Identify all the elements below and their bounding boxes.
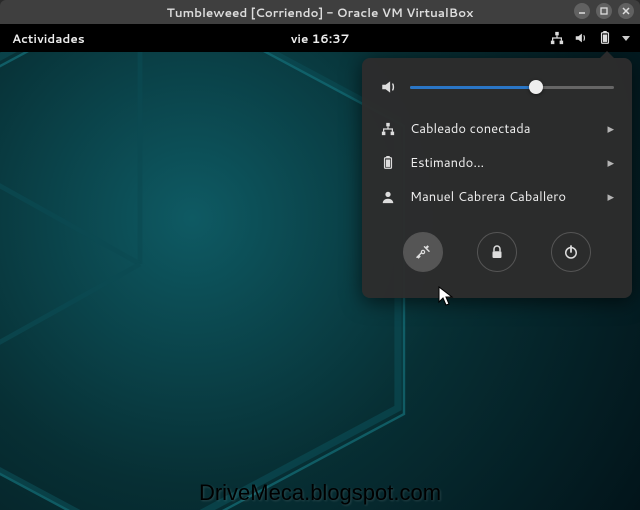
chevron-down-icon	[622, 36, 630, 41]
menu-item-label: Cableado conectada	[410, 120, 593, 138]
close-icon	[621, 6, 631, 16]
battery-icon	[598, 31, 612, 45]
system-status-menu: Cableado conectada ▸ Estimando... ▸ Manu…	[362, 58, 632, 298]
host-titlebar[interactable]: Tumbleweed [Corriendo] - Oracle VM Virtu…	[0, 0, 640, 24]
clock[interactable]: vie 16:37	[291, 30, 350, 47]
watermark-text: DriveMeca.blogspot.com	[199, 480, 441, 506]
menu-item-battery[interactable]: Estimando... ▸	[362, 146, 632, 180]
menu-item-user[interactable]: Manuel Cabrera Caballero ▸	[362, 180, 632, 214]
volume-icon	[574, 31, 588, 45]
close-button[interactable]	[618, 3, 634, 19]
volume-icon	[380, 78, 398, 96]
host-title: Tumbleweed [Corriendo] - Oracle VM Virtu…	[167, 4, 474, 21]
battery-icon	[380, 156, 396, 170]
virtualbox-window: Tumbleweed [Corriendo] - Oracle VM Virtu…	[0, 0, 640, 510]
volume-row	[362, 58, 632, 112]
network-wired-icon	[550, 31, 564, 45]
system-buttons-row	[362, 214, 632, 280]
minimize-button[interactable]	[574, 3, 590, 19]
menu-item-label: Estimando...	[410, 154, 593, 172]
maximize-icon	[599, 6, 609, 16]
maximize-button[interactable]	[596, 3, 612, 19]
gnome-top-bar[interactable]: Actividades vie 16:37	[0, 24, 640, 52]
volume-slider-fill	[410, 86, 536, 89]
settings-button[interactable]	[403, 232, 443, 272]
network-wired-icon	[380, 122, 396, 136]
volume-slider-thumb[interactable]	[529, 80, 543, 94]
chevron-right-icon: ▸	[607, 120, 614, 138]
chevron-right-icon: ▸	[607, 188, 614, 206]
cursor-pointer	[438, 286, 454, 308]
lock-button[interactable]	[477, 232, 517, 272]
host-window-controls	[574, 3, 634, 19]
activities-button[interactable]: Actividades	[0, 30, 97, 47]
menu-item-label: Manuel Cabrera Caballero	[410, 188, 593, 206]
status-area[interactable]	[550, 31, 630, 45]
volume-slider[interactable]	[410, 86, 614, 89]
menu-item-network[interactable]: Cableado conectada ▸	[362, 112, 632, 146]
chevron-right-icon: ▸	[607, 154, 614, 172]
power-button[interactable]	[551, 232, 591, 272]
guest-desktop[interactable]: Actividades vie 16:37 Cab	[0, 24, 640, 510]
power-icon	[562, 243, 580, 261]
minimize-icon	[577, 6, 587, 16]
lock-icon	[488, 243, 506, 261]
user-icon	[380, 190, 396, 204]
settings-icon	[414, 243, 432, 261]
